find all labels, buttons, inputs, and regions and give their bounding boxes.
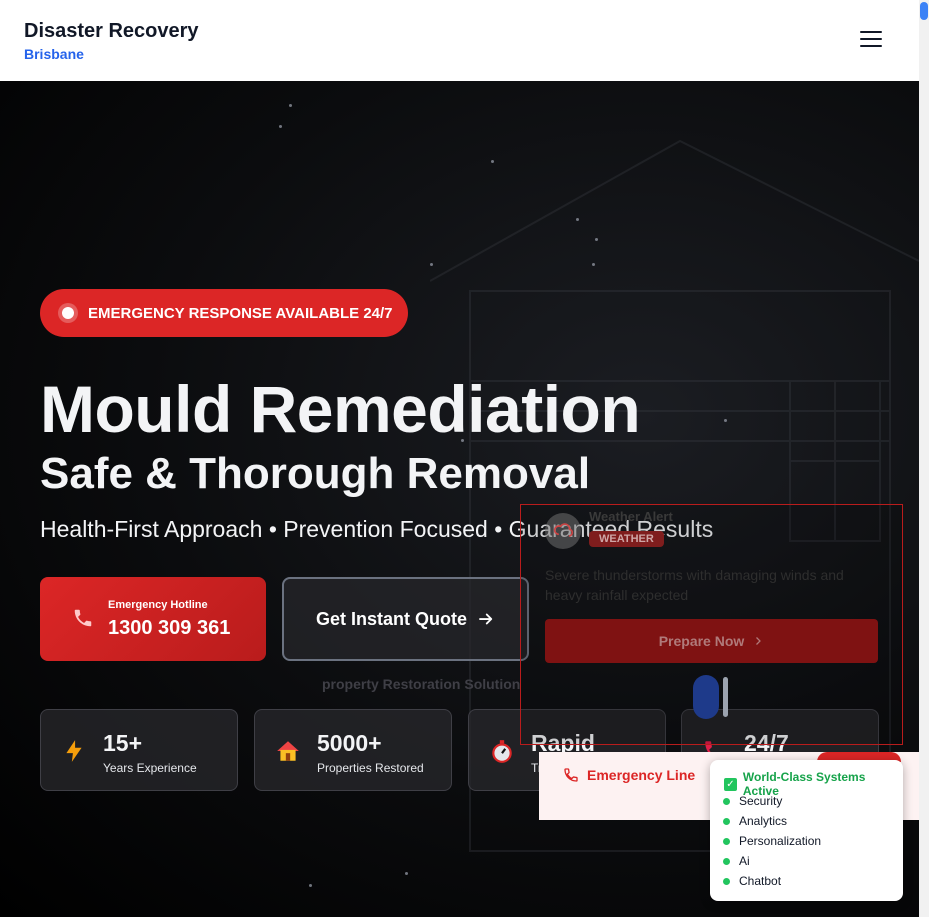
phone-icon: [564, 768, 578, 782]
check-icon: ✓: [724, 777, 737, 791]
badge-text: EMERGENCY RESPONSE AVAILABLE 24/7: [88, 304, 393, 322]
ghost-heading: property Restoration Solution: [322, 676, 521, 692]
page-title: Mould Remediation: [40, 372, 641, 446]
system-item-label: Personalization: [739, 834, 822, 848]
status-dot-icon: [723, 837, 730, 845]
weather-tag: WEATHER: [589, 531, 664, 547]
system-item: Personalization: [723, 834, 821, 848]
lightning-icon: [66, 740, 82, 762]
house-icon: [277, 741, 299, 761]
system-item: Analytics: [723, 814, 787, 828]
system-item: Ai: [723, 854, 750, 868]
stat-card-experience: 15+ Years Experience: [40, 709, 238, 791]
system-item-label: Ai: [739, 854, 750, 868]
scrollbar-track[interactable]: [919, 0, 929, 917]
brand-subtitle: Brisbane: [24, 46, 84, 62]
arrow-right-icon: [479, 613, 493, 625]
hotline-label: Emergency Hotline: [108, 599, 208, 611]
system-item: Chatbot: [723, 874, 781, 888]
live-dot-icon: [62, 307, 74, 319]
system-item-label: Security: [739, 794, 783, 808]
hotline-number: 1300 309 361: [108, 617, 231, 639]
loader-pill-icon: [693, 675, 719, 719]
get-quote-button[interactable]: Get Instant Quote: [282, 577, 529, 661]
weather-description: Severe thunderstorms with damaging winds…: [545, 567, 844, 603]
stat-value: 15+: [103, 730, 143, 756]
prepare-now-button[interactable]: Prepare Now: [545, 619, 878, 663]
systems-status-panel: ✓ World-Class Systems Active Security An…: [710, 760, 903, 901]
stat-label: Properties Restored: [317, 761, 424, 775]
system-item: Security: [723, 794, 782, 808]
status-dot-icon: [723, 817, 730, 825]
weather-alert-title: Weather Alert: [589, 509, 673, 524]
chevron-right-icon: [756, 637, 762, 645]
status-dot-icon: [723, 857, 730, 865]
emergency-hotline-button[interactable]: Emergency Hotline 1300 309 361: [40, 577, 266, 661]
hamburger-icon[interactable]: [860, 31, 882, 49]
status-dot-icon: [723, 797, 730, 805]
phone-icon: [74, 609, 92, 627]
stopwatch-icon: [492, 740, 512, 763]
emergency-line-label: Emergency Line: [587, 767, 696, 783]
status-dot-icon: [723, 877, 730, 885]
stat-label: Years Experience: [103, 761, 197, 775]
system-item-label: Chatbot: [739, 874, 782, 888]
scrollbar-thumb[interactable]: [920, 2, 928, 20]
brand-title[interactable]: Disaster Recovery: [24, 20, 199, 43]
stat-value: 5000+: [317, 730, 382, 756]
loader-bar-icon: [723, 677, 728, 717]
storm-icon: [545, 513, 581, 549]
site-header: Disaster Recovery Brisbane: [0, 0, 919, 81]
system-item-label: Analytics: [739, 814, 788, 828]
quote-button-label: Get Instant Quote: [315, 608, 467, 629]
prepare-now-label: Prepare Now: [658, 633, 745, 649]
page-subtitle: Safe & Thorough Removal: [40, 449, 591, 498]
weather-alert-panel: Weather Alert WEATHER Severe thunderstor…: [520, 504, 903, 745]
emergency-badge: EMERGENCY RESPONSE AVAILABLE 24/7: [40, 289, 408, 337]
stat-card-properties: 5000+ Properties Restored: [254, 709, 452, 791]
